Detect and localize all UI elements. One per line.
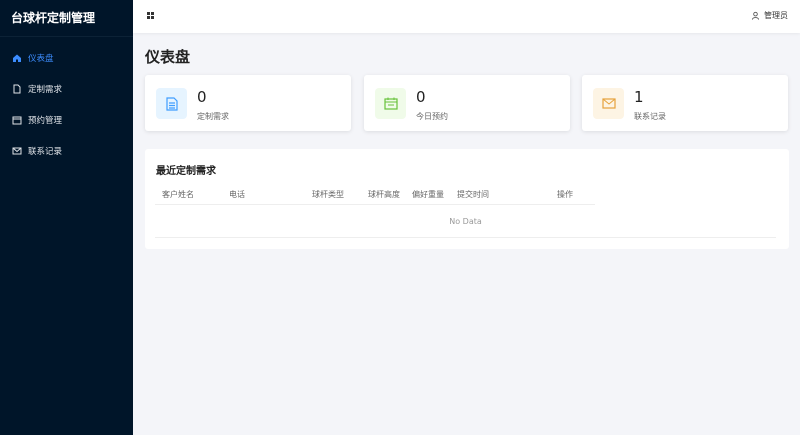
sidebar-item-contacts[interactable]: 联系记录 — [0, 135, 133, 166]
sidebar-item-label: 定制需求 — [28, 84, 63, 95]
column-header: 偏好重量 — [412, 190, 444, 199]
document-icon — [13, 84, 21, 93]
recent-requests-panel: 最近定制需求 客户姓名 电话 球杆类型 球杆高度 偏好重量 提交时间 操作 No… — [145, 149, 789, 249]
column-header: 操作 — [557, 190, 573, 199]
sidebar-item-appointments[interactable]: 预约管理 — [0, 104, 133, 135]
username: 管理员 — [764, 11, 788, 20]
stat-value: 0 — [416, 88, 426, 106]
sidebar-item-label: 仪表盘 — [28, 53, 54, 64]
mail-icon — [12, 147, 22, 154]
user-icon — [751, 11, 760, 20]
table-header: 客户姓名 电话 球杆类型 球杆高度 偏好重量 提交时间 操作 — [155, 187, 595, 205]
calendar-icon — [12, 116, 22, 124]
sidebar-item-dashboard[interactable]: 仪表盘 — [0, 42, 133, 73]
column-header: 客户姓名 — [162, 190, 194, 199]
mail-icon — [593, 88, 624, 119]
empty-table-message: No Data — [155, 206, 776, 238]
sidebar: 台球杆定制管理 仪表盘 定制需求 预约管理 联系记录 — [0, 0, 133, 435]
brand-title: 台球杆定制管理 — [0, 0, 133, 37]
top-header: 管理员 — [133, 0, 800, 33]
stat-label: 今日预约 — [416, 112, 448, 121]
menu-toggle-icon[interactable] — [147, 12, 154, 19]
stat-label: 联系记录 — [634, 112, 666, 121]
column-header: 球杆高度 — [368, 190, 400, 199]
home-icon — [13, 54, 21, 62]
stat-value: 1 — [634, 88, 644, 106]
sidebar-item-label: 预约管理 — [28, 115, 63, 126]
panel-title: 最近定制需求 — [156, 166, 216, 177]
column-header: 电话 — [229, 190, 245, 199]
stat-card-appointments: 0 今日预约 — [364, 75, 570, 131]
column-header: 提交时间 — [457, 190, 489, 199]
column-header: 球杆类型 — [312, 190, 344, 199]
stat-card-contacts: 1 联系记录 — [582, 75, 788, 131]
sidebar-item-requests[interactable]: 定制需求 — [0, 73, 133, 104]
calendar-icon — [375, 88, 406, 119]
sidebar-item-label: 联系记录 — [28, 146, 63, 157]
stat-value: 0 — [197, 88, 207, 106]
page-title: 仪表盘 — [145, 48, 191, 66]
stat-card-requests: 0 定制需求 — [145, 75, 351, 131]
document-icon — [156, 88, 187, 119]
stat-label: 定制需求 — [197, 112, 229, 121]
user-menu[interactable]: 管理员 — [751, 10, 788, 21]
